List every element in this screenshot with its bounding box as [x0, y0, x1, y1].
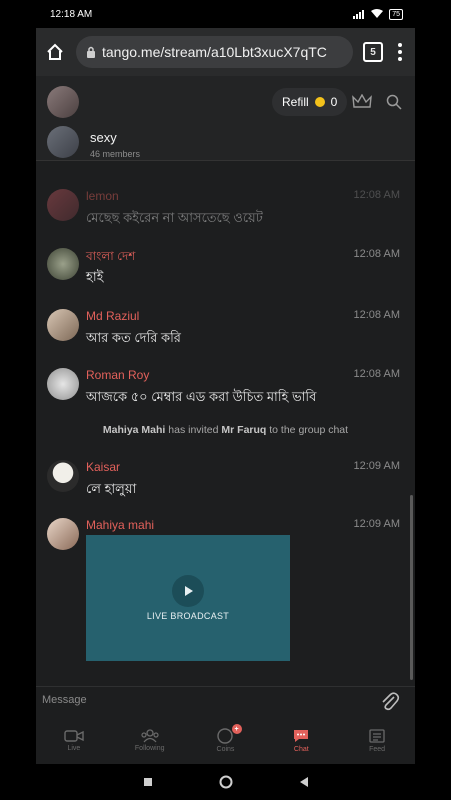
status-time: 12:18 AM	[50, 8, 93, 20]
sender-avatar[interactable]	[47, 189, 79, 221]
sender-name[interactable]: Mahiya mahi	[86, 518, 154, 532]
tab-feed[interactable]: Feed	[339, 716, 415, 764]
video-camera-icon	[64, 729, 84, 742]
scrollbar[interactable]	[410, 495, 413, 680]
message-input-bar: Message	[36, 686, 415, 717]
sender-avatar[interactable]	[47, 368, 79, 400]
bottom-navigation: Live Following + Coins Chat Feed	[36, 716, 415, 764]
message-item: বাংলা দেশ 12:08 AM হাই	[36, 246, 415, 302]
system-suffix: to the group chat	[269, 424, 349, 436]
tab-label: Chat	[293, 745, 309, 753]
chat-header: Refill 0 sexy 46 members	[36, 76, 415, 161]
broadcast-label: LIVE BROADCAST	[146, 611, 230, 621]
sender-avatar[interactable]	[47, 460, 79, 492]
tab-following[interactable]: Following	[112, 716, 188, 764]
refill-button[interactable]: Refill 0	[272, 88, 348, 116]
people-icon	[141, 728, 159, 742]
chat-bubble-icon	[294, 729, 309, 742]
sender-avatar[interactable]	[47, 518, 79, 550]
tab-chat[interactable]: Chat	[263, 716, 339, 764]
lock-icon	[87, 46, 95, 58]
sender-name[interactable]: Kaisar	[86, 460, 120, 474]
message-text: মেছেছ কইরেন না আসতেছে ওয়েট	[86, 210, 263, 225]
sender-name[interactable]: lemon	[86, 189, 119, 203]
message-text: লে হালুয়া	[86, 481, 137, 496]
status-icons: 75	[353, 8, 403, 20]
coin-icon	[314, 97, 325, 107]
message-time: 12:09 AM	[353, 518, 400, 530]
tab-label: Live	[67, 744, 81, 752]
message-item: Md Raziul 12:08 AM আর কত দেরি করি	[36, 307, 415, 363]
message-text: আর কত দেরি করি	[86, 330, 181, 345]
home-circle-icon[interactable]	[219, 775, 233, 789]
member-count[interactable]: 46 members	[90, 149, 140, 159]
message-item: Roman Roy 12:08 AM আজকে ৫০ মেম্বার এড কর…	[36, 366, 415, 422]
system-actor[interactable]: Mahiya Mahi	[103, 424, 165, 436]
message-time: 12:09 AM	[353, 460, 400, 472]
signal-icon	[353, 9, 365, 19]
news-feed-icon	[369, 728, 385, 743]
group-avatar[interactable]	[47, 126, 79, 158]
recents-icon[interactable]	[143, 777, 153, 787]
coin-count: 0	[330, 95, 338, 109]
tab-label: Coins	[216, 745, 235, 753]
tab-label: Feed	[369, 745, 386, 753]
message-time: 12:08 AM	[353, 309, 400, 321]
system-message: Mahiya Mahi has invited Mr Faruq to the …	[36, 424, 415, 436]
browser-menu-icon[interactable]	[393, 43, 407, 61]
message-item: lemon 12:08 AM মেছেছ কইরেন না আসতেছে ওয়…	[36, 187, 415, 243]
tab-switcher-button[interactable]: 5	[363, 42, 383, 62]
battery-icon: 75	[389, 8, 403, 20]
tab-coins[interactable]: + Coins	[188, 716, 264, 764]
system-navigation-bar	[36, 764, 415, 800]
system-action: has invited	[168, 424, 219, 436]
right-letterbox	[415, 0, 451, 800]
wifi-icon	[371, 9, 384, 18]
home-icon[interactable]	[44, 41, 66, 63]
sender-name[interactable]: বাংলা দেশ	[86, 248, 135, 268]
user-avatar[interactable]	[47, 86, 79, 118]
play-icon[interactable]	[172, 575, 204, 607]
message-input[interactable]: Message	[42, 694, 87, 706]
browser-toolbar: tango.me/stream/a10Lbt3xucX7qTC 5	[36, 28, 415, 76]
sender-name[interactable]: Roman Roy	[86, 368, 149, 382]
paperclip-icon[interactable]	[380, 691, 400, 713]
back-icon[interactable]	[299, 776, 309, 788]
url-text: tango.me/stream/a10Lbt3xucX7qTC	[102, 44, 327, 60]
refill-label: Refill	[282, 95, 309, 109]
crown-icon[interactable]	[352, 94, 372, 110]
left-letterbox	[0, 0, 36, 800]
message-text: হাই	[86, 269, 104, 284]
address-bar[interactable]: tango.me/stream/a10Lbt3xucX7qTC	[76, 36, 353, 68]
sender-avatar[interactable]	[47, 248, 79, 280]
system-target[interactable]: Mr Faruq	[221, 424, 266, 436]
message-time: 12:08 AM	[353, 248, 400, 260]
message-item: Kaisar 12:09 AM লে হালুয়া	[36, 458, 415, 514]
tab-live[interactable]: Live	[36, 716, 112, 764]
coins-badge: +	[231, 724, 242, 734]
message-time: 12:08 AM	[353, 189, 400, 201]
message-time: 12:08 AM	[353, 368, 400, 380]
phone-screen: 12:18 AM 75 tango.me/stream/a10Lbt3xucX7…	[36, 0, 415, 800]
search-icon[interactable]	[386, 94, 402, 110]
group-name[interactable]: sexy	[90, 130, 117, 145]
message-list[interactable]: lemon 12:08 AM মেছেছ কইরেন না আসতেছে ওয়…	[36, 160, 415, 686]
message-text: আজকে ৫০ মেম্বার এড করা উচিত মাহি ভাবি	[86, 389, 317, 404]
sender-name[interactable]: Md Raziul	[86, 309, 139, 323]
status-bar: 12:18 AM 75	[36, 0, 415, 28]
tab-label: Following	[134, 744, 165, 752]
sender-avatar[interactable]	[47, 309, 79, 341]
live-broadcast-card[interactable]: LIVE BROADCAST	[86, 535, 290, 661]
